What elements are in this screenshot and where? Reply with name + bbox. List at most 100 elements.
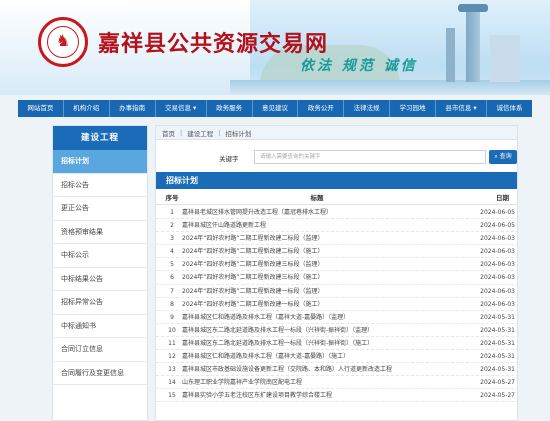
nav-item-home[interactable]: 网站首页 [18,100,63,117]
row-title-link[interactable]: 嘉祥县城区市政基础设施设备更新工程（交院路、本和路）人行道更新改造工程 [182,363,452,376]
row-no: 11 [168,339,176,347]
search-button[interactable]: ⌕ 查询 [489,150,517,164]
nav-item-about[interactable]: 机构介绍 [64,100,109,117]
row-title-link[interactable]: 嘉祥县城区仁和路道路及排水工程（嘉祥大道-嘉晏路）（施工） [182,350,452,363]
sidebar-item-bid-exception[interactable]: 招标异常公告 [53,291,147,315]
row-no: 12 [168,353,176,361]
table-row[interactable]: 6 2024年“四好农村路”二期工程新改建三标段（施工） 2024-06-03 [156,271,517,285]
row-date: 2024-05-31 [480,326,515,334]
row-no: 5 [170,261,174,269]
row-date: 2024-06-05 [480,222,515,230]
row-title-link[interactable]: 嘉祥县城区东二路北延道路及排水工程一标段（兴祥街-振祥街）（施工） [182,337,452,350]
table-row[interactable]: 3 2024年“四好农村路”二期工程新改建二标段（监理） 2024-06-03 [156,232,517,246]
table-row[interactable]: 8 2024年“四好农村路”二期工程新改建一标段（施工） 2024-06-03 [156,298,517,311]
breadcrumb-current[interactable]: 招标计划 [225,128,251,138]
row-title-link[interactable]: 山东理工职业学院嘉祥产业学院南区配电工程 [182,376,452,389]
row-no: 14 [168,379,176,387]
search-button-label: 查询 [499,153,512,160]
row-no: 9 [170,313,174,321]
sidebar-item-winner-result[interactable]: 中标结果公告 [53,268,147,291]
table-row[interactable]: 10 嘉祥县城区东二路北延道路及排水工程一标段（兴祥街-振祥街）（监理） 2024-… [156,324,517,337]
breadcrumb-separator: | [218,128,221,137]
row-title-link[interactable]: 嘉祥县城区仁和路道路及排水工程（嘉祥大道-嘉晏路）（监理） [182,311,452,324]
row-title-link[interactable]: 嘉祥县城区仟山路道路更新工程 [182,219,452,232]
nav-item-guide[interactable]: 办事指南 [110,100,155,117]
sidebar-item-bid-plan[interactable]: 招标计划 [53,150,147,174]
banner-building-right [490,35,520,82]
slogan: 依法 规范 诚信 [300,58,418,74]
sidebar-item-prequalification[interactable]: 资格预审结果 [53,221,147,244]
sidebar-item-contract-change[interactable]: 合同履行及变更信息 [53,362,147,385]
row-no: 2 [170,222,174,230]
row-date: 2024-06-03 [480,287,515,295]
search-label: 关键字 [219,155,239,163]
nav-item-gov-service[interactable]: 政务服务 [207,100,252,117]
table-row[interactable]: 13 嘉祥县城区市政基础设施设备更新工程（交院路、本和路）人行道更新改造工程 202… [156,363,517,377]
row-no: 8 [170,300,174,308]
row-date: 2024-05-27 [480,392,515,400]
sidebar-item-contract[interactable]: 合同订立信息 [53,338,147,362]
sidebar-title: 建设工程 [53,126,147,150]
row-date: 2024-05-31 [480,339,515,347]
row-date: 2024-06-03 [480,235,515,243]
row-date: 2024-06-03 [480,261,515,269]
site-header: ♞ 嘉祥县公共资源交易网 依法 规范 诚信 [0,0,550,95]
sidebar-item-award-letter[interactable]: 中标通知书 [53,315,147,338]
search-input[interactable]: 请输入需要查询的关键字 [254,150,486,164]
breadcrumb-home[interactable]: 首页 [162,128,175,138]
row-title-link[interactable]: 2024年“四好农村路”二期工程新改建三标段（监理） [182,258,452,271]
row-date: 2024-06-05 [480,209,515,216]
row-date: 2024-06-03 [480,274,515,282]
nav-item-laws[interactable]: 法律法规 [344,100,389,117]
row-title-link[interactable]: 嘉祥县实验小学五老注校区东扩建设项目教学综合楼工程 [182,389,452,402]
table-row[interactable]: 2 嘉祥县城区仟山路道路更新工程 2024-06-05 [156,219,517,233]
breadcrumb-construction[interactable]: 建设工程 [187,128,213,138]
nav-item-credit[interactable]: 诚信体系 [487,100,532,117]
banner-building [446,28,455,82]
site-logo[interactable]: ♞ [38,17,88,67]
table-row[interactable]: 15 嘉祥县实验小学五老注校区东扩建设项目教学综合楼工程 2024-05-27 [156,389,517,403]
row-title-link[interactable]: 2024年“四好农村路”二期工程新改建三标段（施工） [182,271,452,284]
table-header: 序号 标题 日期 [156,191,517,205]
page: ♞ 嘉祥县公共资源交易网 依法 规范 诚信 网站首页 机构介绍 办事指南 交易信… [0,0,550,421]
table-row[interactable]: 4 2024年“四好农村路”二期工程新改建二标段（施工） 2024-06-03 [156,245,517,259]
row-date: 2024-06-03 [480,248,515,256]
row-title-link[interactable]: 嘉祥县城区东二路北延道路及排水工程一标段（兴祥街-振祥街）（监理） [182,324,452,337]
table-row[interactable]: 1 嘉祥县老城区排水管网提升改造工程（嘉冠巷排水工程） 2024-06-05 [156,206,517,220]
sidebar-item-correction[interactable]: 更正公告 [53,197,147,221]
qilin-icon: ♞ [55,31,71,50]
table-body: 1 嘉祥县老城区排水管网提升改造工程（嘉冠巷排水工程） 2024-06-05 2 嘉祥… [156,206,517,403]
row-title-link[interactable]: 2024年“四好农村路”二期工程新改建二标段（监理） [182,232,452,245]
row-title-link[interactable]: 2024年“四好农村路”二期工程新改建二标段（施工） [182,245,452,258]
row-title-link[interactable]: 2024年“四好农村路”二期工程新改建一标段（施工） [182,298,452,311]
banner-tower [466,10,480,82]
nav-item-trade-info[interactable]: 交易信息 ▾ [156,100,206,117]
nav-item-gov-open[interactable]: 政务公开 [298,100,343,117]
sidebar-item-bid-notice[interactable]: 招标公告 [53,174,147,197]
nav-item-suggestion[interactable]: 意见建议 [253,100,298,117]
search-icon: ⌕ [494,153,498,160]
table-row[interactable]: 14 山东理工职业学院嘉祥产业学院南区配电工程 2024-05-27 [156,376,517,390]
row-title-link[interactable]: 嘉祥县老城区排水管网提升改造工程（嘉冠巷排水工程） [182,206,452,219]
row-date: 2024-05-31 [480,313,515,321]
table-row[interactable]: 7 2024年“四好农村路”二期工程新改建一标段（监理） 2024-06-03 [156,285,517,298]
main-nav: 网站首页 机构介绍 办事指南 交易信息 ▾ 政务服务 意见建议 政务公开 法律法… [18,100,532,117]
row-date: 2024-05-31 [480,366,515,374]
table-row[interactable]: 12 嘉祥县城区仁和路道路及排水工程（嘉祥大道-嘉晏路）（施工） 2024-05-3… [156,350,517,364]
row-no: 1 [170,209,174,216]
row-no: 7 [170,287,174,295]
row-title-link[interactable]: 2024年“四好农村路”二期工程新改建一标段（监理） [182,285,452,298]
sidebar-item-winner-publicity[interactable]: 中标公示 [53,244,147,268]
list-title: 招标计划 [156,172,517,189]
table-row[interactable]: 11 嘉祥县城区东二路北延道路及排水工程一标段（兴祥街-振祥街）（施工） 2024-… [156,337,517,351]
row-no: 10 [168,326,176,334]
table-row[interactable]: 5 2024年“四好农村路”二期工程新改建三标段（监理） 2024-06-03 [156,258,517,272]
banner-water [230,80,550,95]
nav-item-learning[interactable]: 学习园地 [390,100,435,117]
nav-item-county-info[interactable]: 县市信息 ▾ [436,100,486,117]
sidebar: 建设工程 招标计划 招标公告 更正公告 资格预审结果 中标公示 中标结果公告 招… [52,125,148,421]
row-no: 3 [170,235,174,243]
table-row[interactable]: 9 嘉祥县城区仁和路道路及排水工程（嘉祥大道-嘉晏路）（监理） 2024-05-31 [156,311,517,324]
breadcrumb: 首页 | 建设工程 | 招标计划 [156,126,517,140]
site-title: 嘉祥县公共资源交易网 [98,31,329,57]
